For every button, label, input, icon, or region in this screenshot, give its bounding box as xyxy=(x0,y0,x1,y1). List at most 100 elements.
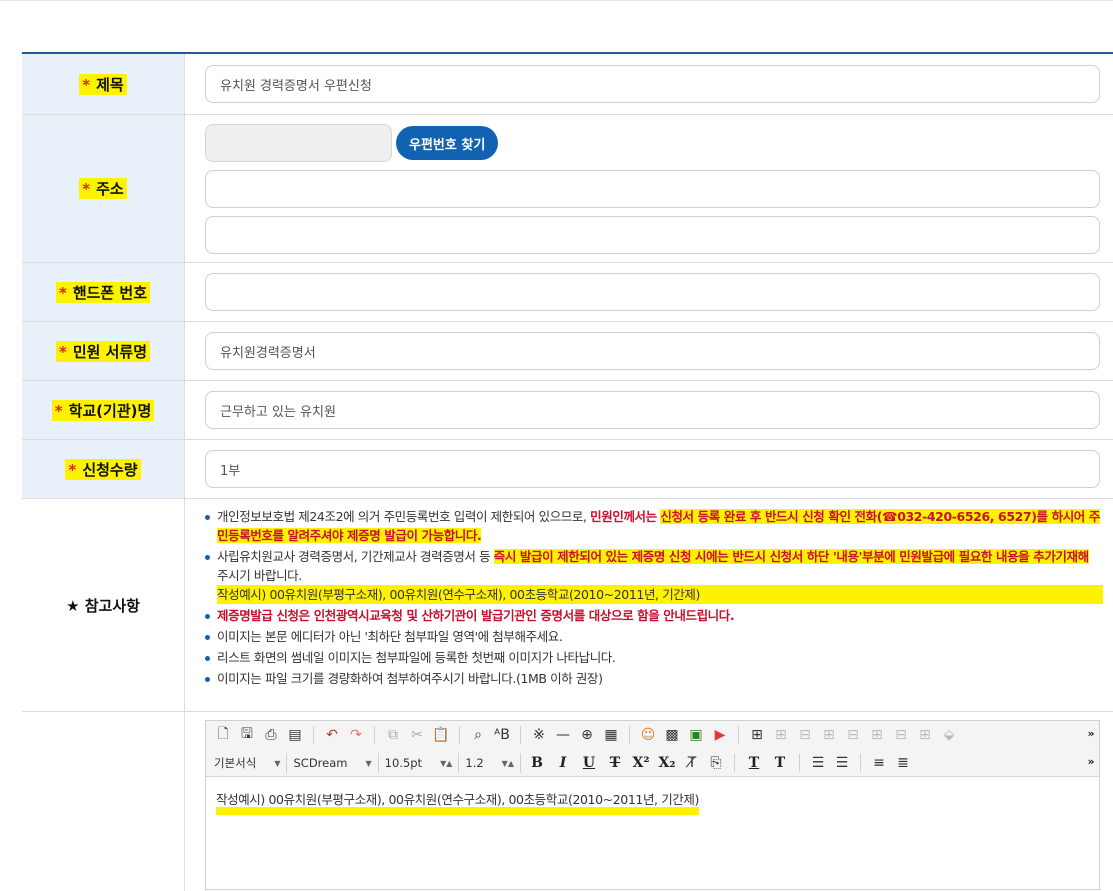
label-doc-name: * 민원 서류명 xyxy=(22,322,185,380)
find-icon[interactable]: ⌕ xyxy=(469,726,487,744)
align-justify-icon[interactable]: ≣ xyxy=(894,754,912,772)
video-icon[interactable]: ▶ xyxy=(711,726,729,744)
toolbar-row-1: 🗋 🖫 ⎙ ▤ ↶ ↷ ⧉ ✂ 📋 ⌕ ᴬB ※ — ⊕ ▦ ☺ ▩ ▣ ▶ ⊞… xyxy=(206,721,1099,749)
bold-button[interactable]: B xyxy=(527,755,547,771)
emoji-icon[interactable]: ☺ xyxy=(639,726,657,744)
address-cell: 우편번호 찾기 xyxy=(185,115,1113,262)
spellcheck-icon[interactable]: ᴬB xyxy=(493,726,511,744)
label-school: * 학교(기관)명 xyxy=(22,381,185,439)
unordered-list-icon[interactable]: ☰ xyxy=(833,754,851,772)
superscript-button[interactable]: X² xyxy=(631,755,651,771)
row-address: * 주소 우편번호 찾기 xyxy=(22,115,1113,263)
format-painter-icon[interactable]: ⎘ xyxy=(707,754,725,772)
quantity-cell: 1부 xyxy=(185,440,1113,498)
list-item: 개인정보보호법 제24조2에 의거 주민등록번호 입력이 제한되어 있으므로, … xyxy=(203,507,1103,545)
list-item: 제증명발급 신청은 인천광역시교육청 및 산하기관이 발급기관인 증명서를 대상… xyxy=(203,606,1103,625)
example-text: 작성예시) 00유치원(부평구소재), 00유치원(연수구소재), 00초등학교… xyxy=(217,585,1103,604)
background-icon[interactable]: ▩ xyxy=(663,726,681,744)
chevron-down-icon: ▼ xyxy=(365,758,372,768)
table-split-icon[interactable]: ⊟ xyxy=(844,726,862,744)
notes-cell: 개인정보보호법 제24조2에 의거 주민등록번호 입력이 제한되어 있으므로, … xyxy=(185,499,1113,711)
fill-color-icon[interactable]: ⬙ xyxy=(940,726,958,744)
toolbar-more-2[interactable]: » xyxy=(1083,755,1099,768)
table-delete-icon[interactable]: ⊞ xyxy=(916,726,934,744)
table-edit-icon[interactable]: ⊞ xyxy=(772,726,790,744)
school-input[interactable]: 근무하고 있는 유치원 xyxy=(205,391,1100,429)
table-cell-icon[interactable]: ⊟ xyxy=(796,726,814,744)
subscript-button[interactable]: X₂ xyxy=(657,755,677,771)
label-content xyxy=(22,712,185,891)
editor-content-area[interactable]: 작성예시) 00유치원(부평구소재), 00유치원(연수구소재), 00초등학교… xyxy=(206,777,1099,889)
list-item: 리스트 화면의 썸네일 이미지는 첨부파일에 등록한 첫번째 이미지가 나타납니… xyxy=(203,648,1103,667)
quantity-input[interactable]: 1부 xyxy=(205,450,1100,488)
table-row-icon[interactable]: ⊞ xyxy=(868,726,886,744)
table-col-icon[interactable]: ⊟ xyxy=(892,726,910,744)
list-item: 사립유치원교사 경력증명서, 기간제교사 경력증명서 등 즉시 발급이 제한되어… xyxy=(203,547,1103,604)
toolbar-row-2: 기본서식 ▼ SCDream ▼ 10.5pt ▼▲ 1.2 ▼▲ B I U T X²… xyxy=(206,749,1099,777)
save-icon[interactable]: 🖫 xyxy=(238,726,256,744)
redo-icon[interactable]: ↷ xyxy=(347,726,365,744)
row-quantity: * 신청수량 1부 xyxy=(22,440,1113,499)
strike-button[interactable]: T xyxy=(605,755,625,771)
row-phone: * 핸드폰 번호 xyxy=(22,263,1113,322)
rich-text-editor: 🗋 🖫 ⎙ ▤ ↶ ↷ ⧉ ✂ 📋 ⌕ ᴬB ※ — ⊕ ▦ ☺ ▩ ▣ ▶ ⊞… xyxy=(205,720,1100,890)
editor-cell: 🗋 🖫 ⎙ ▤ ↶ ↷ ⧉ ✂ 📋 ⌕ ᴬB ※ — ⊕ ▦ ☺ ▩ ▣ ▶ ⊞… xyxy=(185,712,1113,891)
school-cell: 근무하고 있는 유치원 xyxy=(185,381,1113,439)
label-title: * 제목 xyxy=(22,54,185,114)
required-mark: * xyxy=(82,75,91,94)
size-select[interactable]: 10.5pt ▼▲ xyxy=(385,753,460,773)
title-input[interactable]: 유치원 경력증명서 우편신청 xyxy=(205,65,1100,103)
link-icon[interactable]: ⊕ xyxy=(578,726,596,744)
title-cell: 유치원 경력증명서 우편신청 xyxy=(185,54,1113,114)
chevron-down-icon: ▼ xyxy=(274,758,281,768)
special-char-icon[interactable]: ※ xyxy=(530,726,548,744)
label-phone: * 핸드폰 번호 xyxy=(22,263,185,321)
print-icon[interactable]: ⎙ xyxy=(262,726,280,744)
row-doc-name: * 민원 서류명 유치원경력증명서 xyxy=(22,322,1113,381)
table-icon[interactable]: ⊞ xyxy=(748,726,766,744)
row-content-editor: 🗋 🖫 ⎙ ▤ ↶ ↷ ⧉ ✂ 📋 ⌕ ᴬB ※ — ⊕ ▦ ☺ ▩ ▣ ▶ ⊞… xyxy=(22,712,1113,891)
line-height-select[interactable]: 1.2 ▼▲ xyxy=(465,753,521,773)
editor-toolbar: 🗋 🖫 ⎙ ▤ ↶ ↷ ⧉ ✂ 📋 ⌕ ᴬB ※ — ⊕ ▦ ☺ ▩ ▣ ▶ ⊞… xyxy=(206,721,1099,777)
highlight-color-button[interactable]: T xyxy=(770,755,790,771)
top-divider xyxy=(0,0,1113,1)
label-notes: ★ 참고사항 xyxy=(22,499,185,711)
image-icon[interactable]: ▣ xyxy=(687,726,705,744)
editor-text: 작성예시) 00유치원(부평구소재), 00유치원(연수구소재), 00초등학교… xyxy=(216,792,699,815)
phone-cell xyxy=(185,263,1113,321)
label-address: * 주소 xyxy=(22,115,185,262)
font-select[interactable]: SCDream ▼ xyxy=(293,753,379,773)
undo-icon[interactable]: ↶ xyxy=(323,726,341,744)
phone-input[interactable] xyxy=(205,273,1100,311)
font-color-button[interactable]: T xyxy=(744,755,764,771)
new-document-icon[interactable]: 🗋 xyxy=(214,726,232,744)
list-item: 이미지는 파일 크기를 경량화하여 첨부하여주시기 바랍니다.(1MB 이하 권… xyxy=(203,669,1103,688)
postal-row: 우편번호 찾기 xyxy=(205,124,1101,162)
notes-list: 개인정보보호법 제24조2에 의거 주민등록번호 입력이 제한되어 있으므로, … xyxy=(203,507,1103,688)
list-item: 이미지는 본문 에디터가 아닌 '최하단 첨부파일 영역'에 첨부해주세요. xyxy=(203,627,1103,646)
style-select[interactable]: 기본서식 ▼ xyxy=(214,753,288,773)
ordered-list-icon[interactable]: ☰ xyxy=(809,754,827,772)
paste-icon[interactable]: 📋 xyxy=(432,726,450,744)
address-line-1-input[interactable] xyxy=(205,170,1100,208)
address-line-2-input[interactable] xyxy=(205,216,1100,254)
postal-search-button[interactable]: 우편번호 찾기 xyxy=(396,126,499,160)
row-school: * 학교(기관)명 근무하고 있는 유치원 xyxy=(22,381,1113,440)
cut-icon[interactable]: ✂ xyxy=(408,726,426,744)
clear-format-icon[interactable]: T̸ xyxy=(683,754,701,772)
underline-button[interactable]: U xyxy=(579,755,599,771)
copy-icon[interactable]: ⧉ xyxy=(384,726,402,744)
stepper-icon: ▼▲ xyxy=(440,758,453,768)
align-left-icon[interactable]: ≡ xyxy=(870,754,888,772)
table-merge-icon[interactable]: ⊞ xyxy=(820,726,838,744)
doc-name-input[interactable]: 유치원경력증명서 xyxy=(205,332,1100,370)
italic-button[interactable]: I xyxy=(553,755,573,771)
label-quantity: * 신청수량 xyxy=(22,440,185,498)
row-notes: ★ 참고사항 개인정보보호법 제24조2에 의거 주민등록번호 입력이 제한되어… xyxy=(22,499,1113,712)
toolbar-more-1[interactable]: » xyxy=(1083,727,1099,740)
layer-icon[interactable]: ▦ xyxy=(602,726,620,744)
preview-icon[interactable]: ▤ xyxy=(286,726,304,744)
horizontal-rule-icon[interactable]: — xyxy=(554,726,572,744)
doc-name-cell: 유치원경력증명서 xyxy=(185,322,1113,380)
postal-code-input[interactable] xyxy=(205,124,392,162)
